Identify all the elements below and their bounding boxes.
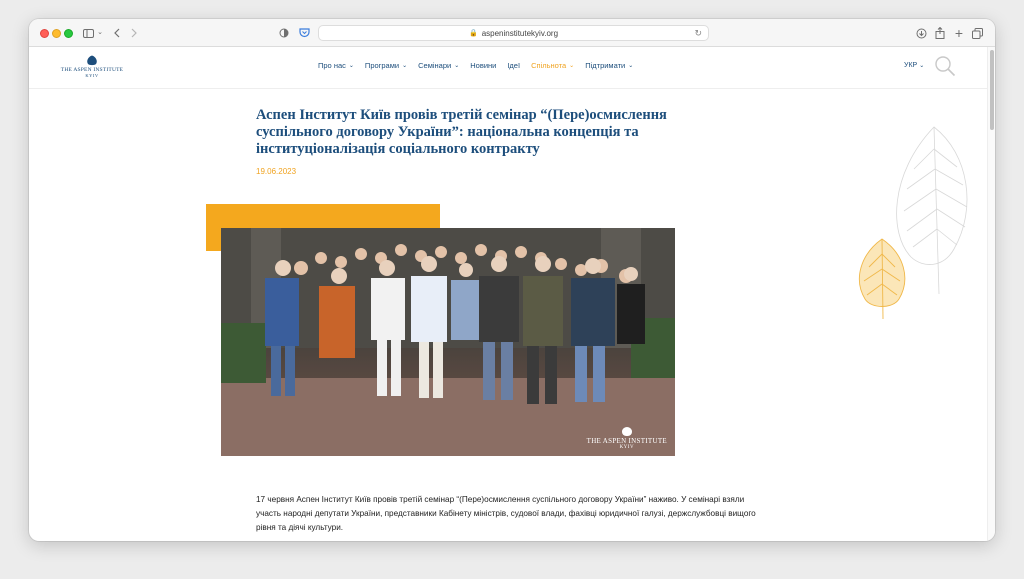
zoom-window-button[interactable]	[64, 29, 73, 38]
photo-watermark: THE ASPEN INSTITUTE KYIV	[587, 427, 667, 450]
privacy-shield-icon[interactable]	[278, 25, 290, 41]
nav-item-ideas[interactable]: Ідеї	[507, 61, 520, 70]
search-icon[interactable]	[934, 55, 956, 82]
main-nav: Про нас ⌄ Програми ⌄ Семінари ⌄ Новини Ідеї…	[318, 61, 644, 70]
share-icon[interactable]	[934, 25, 946, 41]
minimize-window-button[interactable]	[52, 29, 61, 38]
forward-icon[interactable]	[129, 25, 139, 41]
chevron-down-icon: ⌄	[628, 63, 634, 69]
chevron-down-icon: ⌄	[402, 63, 408, 69]
nav-item-news[interactable]: Новини	[470, 61, 496, 70]
tab-overview-icon[interactable]	[971, 25, 983, 41]
article-body-paragraph: 17 червня Аспен Інститут Київ провів тре…	[256, 495, 756, 532]
close-window-button[interactable]	[40, 29, 49, 38]
chevron-down-icon: ⌄	[919, 63, 925, 69]
address-url: aspeninstitutekyiv.org	[481, 28, 559, 38]
photo-watermark-line2: KYIV	[619, 445, 635, 450]
chevron-down-icon: ⌄	[348, 63, 354, 69]
chevron-down-icon: ⌄	[454, 63, 460, 69]
group-photo-illustration	[221, 228, 675, 456]
site-logo[interactable]: THE ASPEN INSTITUTE KYIV	[60, 55, 124, 78]
decorative-leaves-icon	[858, 126, 968, 320]
sidebar-toggle-icon[interactable]	[81, 25, 95, 41]
photo-watermark-line1: THE ASPEN INSTITUTE	[586, 437, 667, 445]
language-selector[interactable]: УКР ⌄	[904, 62, 924, 69]
scrollbar-thumb[interactable]	[990, 50, 994, 130]
chevron-down-icon: ⌄	[569, 63, 575, 69]
downloads-icon[interactable]	[915, 25, 927, 41]
address-bar[interactable]: 🔒 aspeninstitutekyiv.org ↻	[318, 25, 709, 41]
back-icon[interactable]	[112, 25, 122, 41]
nav-item-about[interactable]: Про нас ⌄	[318, 61, 354, 70]
nav-item-support[interactable]: Підтримати ⌄	[585, 61, 633, 70]
browser-window: ⌄ 🔒 aspeninstitutekyiv.org ↻ + THE ASPEN…	[29, 19, 995, 541]
aspen-leaf-logo-icon	[87, 55, 97, 66]
language-label: УКР	[904, 62, 918, 69]
nav-item-community[interactable]: Спільнота ⌄	[531, 61, 574, 70]
article-photo: THE ASPEN INSTITUTE KYIV	[221, 228, 675, 456]
new-tab-icon[interactable]: +	[953, 25, 965, 41]
nav-item-seminars[interactable]: Семінари ⌄	[418, 61, 459, 70]
lock-icon: 🔒	[468, 30, 478, 37]
reload-icon[interactable]: ↻	[694, 28, 702, 39]
article-date: 19.06.2023	[256, 167, 297, 176]
page-scrollbar[interactable]	[987, 47, 995, 541]
article-title: Аспен Інститут Київ провів третій семіна…	[256, 107, 667, 157]
site-header: THE ASPEN INSTITUTE KYIV Про нас ⌄ Програ…	[29, 47, 987, 89]
nav-item-programs[interactable]: Програми ⌄	[365, 61, 407, 70]
article-content: Аспен Інститут Київ провів третій семіна…	[29, 89, 987, 541]
logo-line2: KYIV	[85, 73, 99, 78]
sidebar-menu-chevron-icon[interactable]: ⌄	[96, 25, 104, 41]
pocket-extension-icon[interactable]	[298, 25, 310, 41]
aspen-leaf-watermark-icon	[621, 427, 632, 436]
browser-toolbar: ⌄ 🔒 aspeninstitutekyiv.org ↻ +	[29, 19, 995, 47]
